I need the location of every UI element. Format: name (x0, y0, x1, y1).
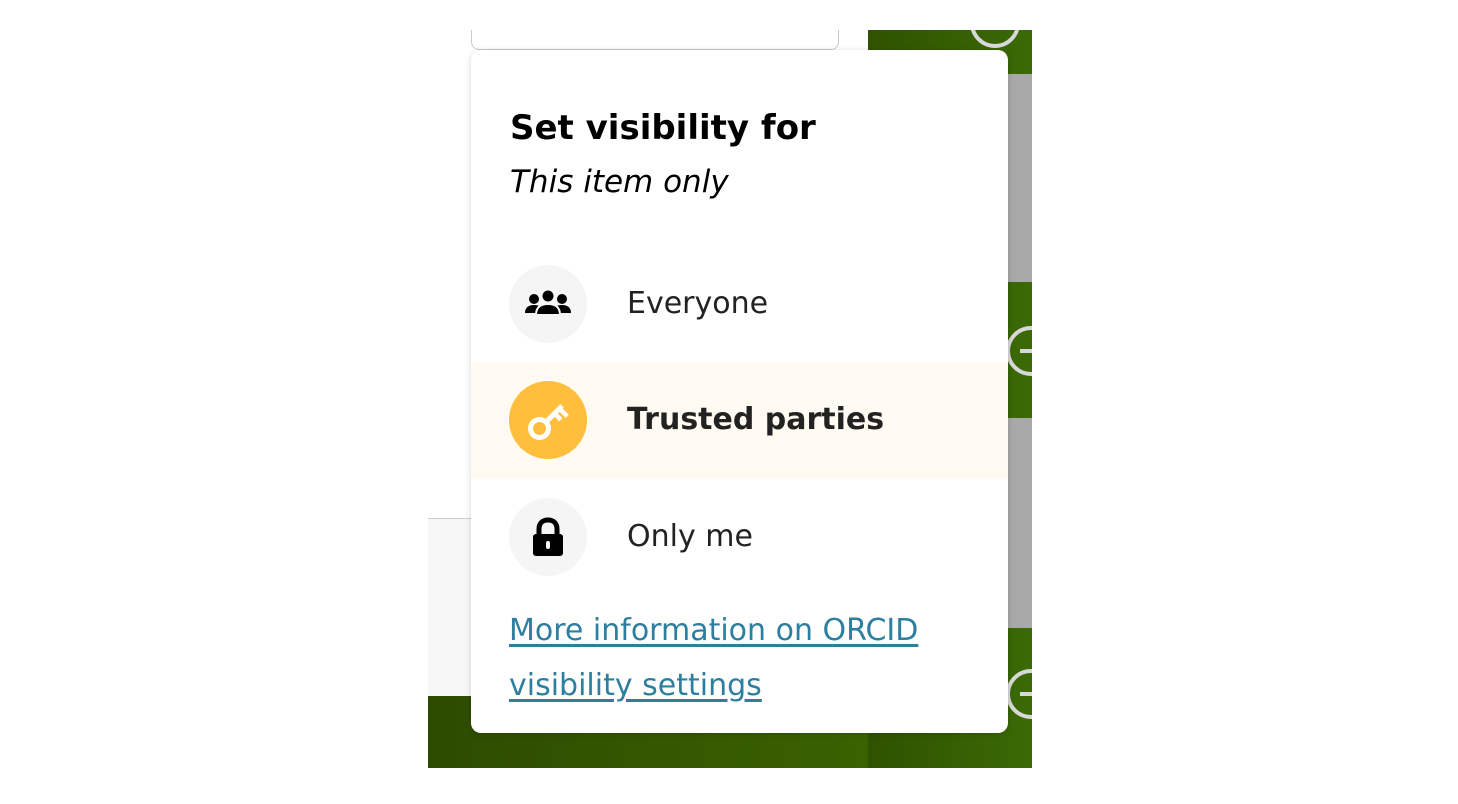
option-label-trusted-parties: Trusted parties (627, 402, 885, 437)
visibility-option-only-me[interactable]: Only me (471, 479, 1008, 596)
lock-icon (509, 498, 587, 576)
visibility-option-trusted-parties[interactable]: Trusted parties (471, 362, 1008, 479)
screen: Set visibility for This item only Everyo… (0, 0, 1458, 804)
visibility-option-everyone[interactable]: Everyone (471, 246, 1008, 363)
visibility-popover: Set visibility for This item only Everyo… (471, 50, 1008, 733)
option-label-only-me: Only me (627, 519, 753, 554)
popover-subtitle: This item only (510, 164, 729, 200)
key-icon (509, 381, 587, 459)
option-label-everyone: Everyone (627, 286, 769, 321)
everyone-icon (509, 265, 587, 343)
background-input-field[interactable] (471, 30, 839, 50)
visibility-info-link[interactable]: More information on ORCID visibility set… (509, 603, 979, 713)
popover-title: Set visibility for (510, 108, 816, 148)
